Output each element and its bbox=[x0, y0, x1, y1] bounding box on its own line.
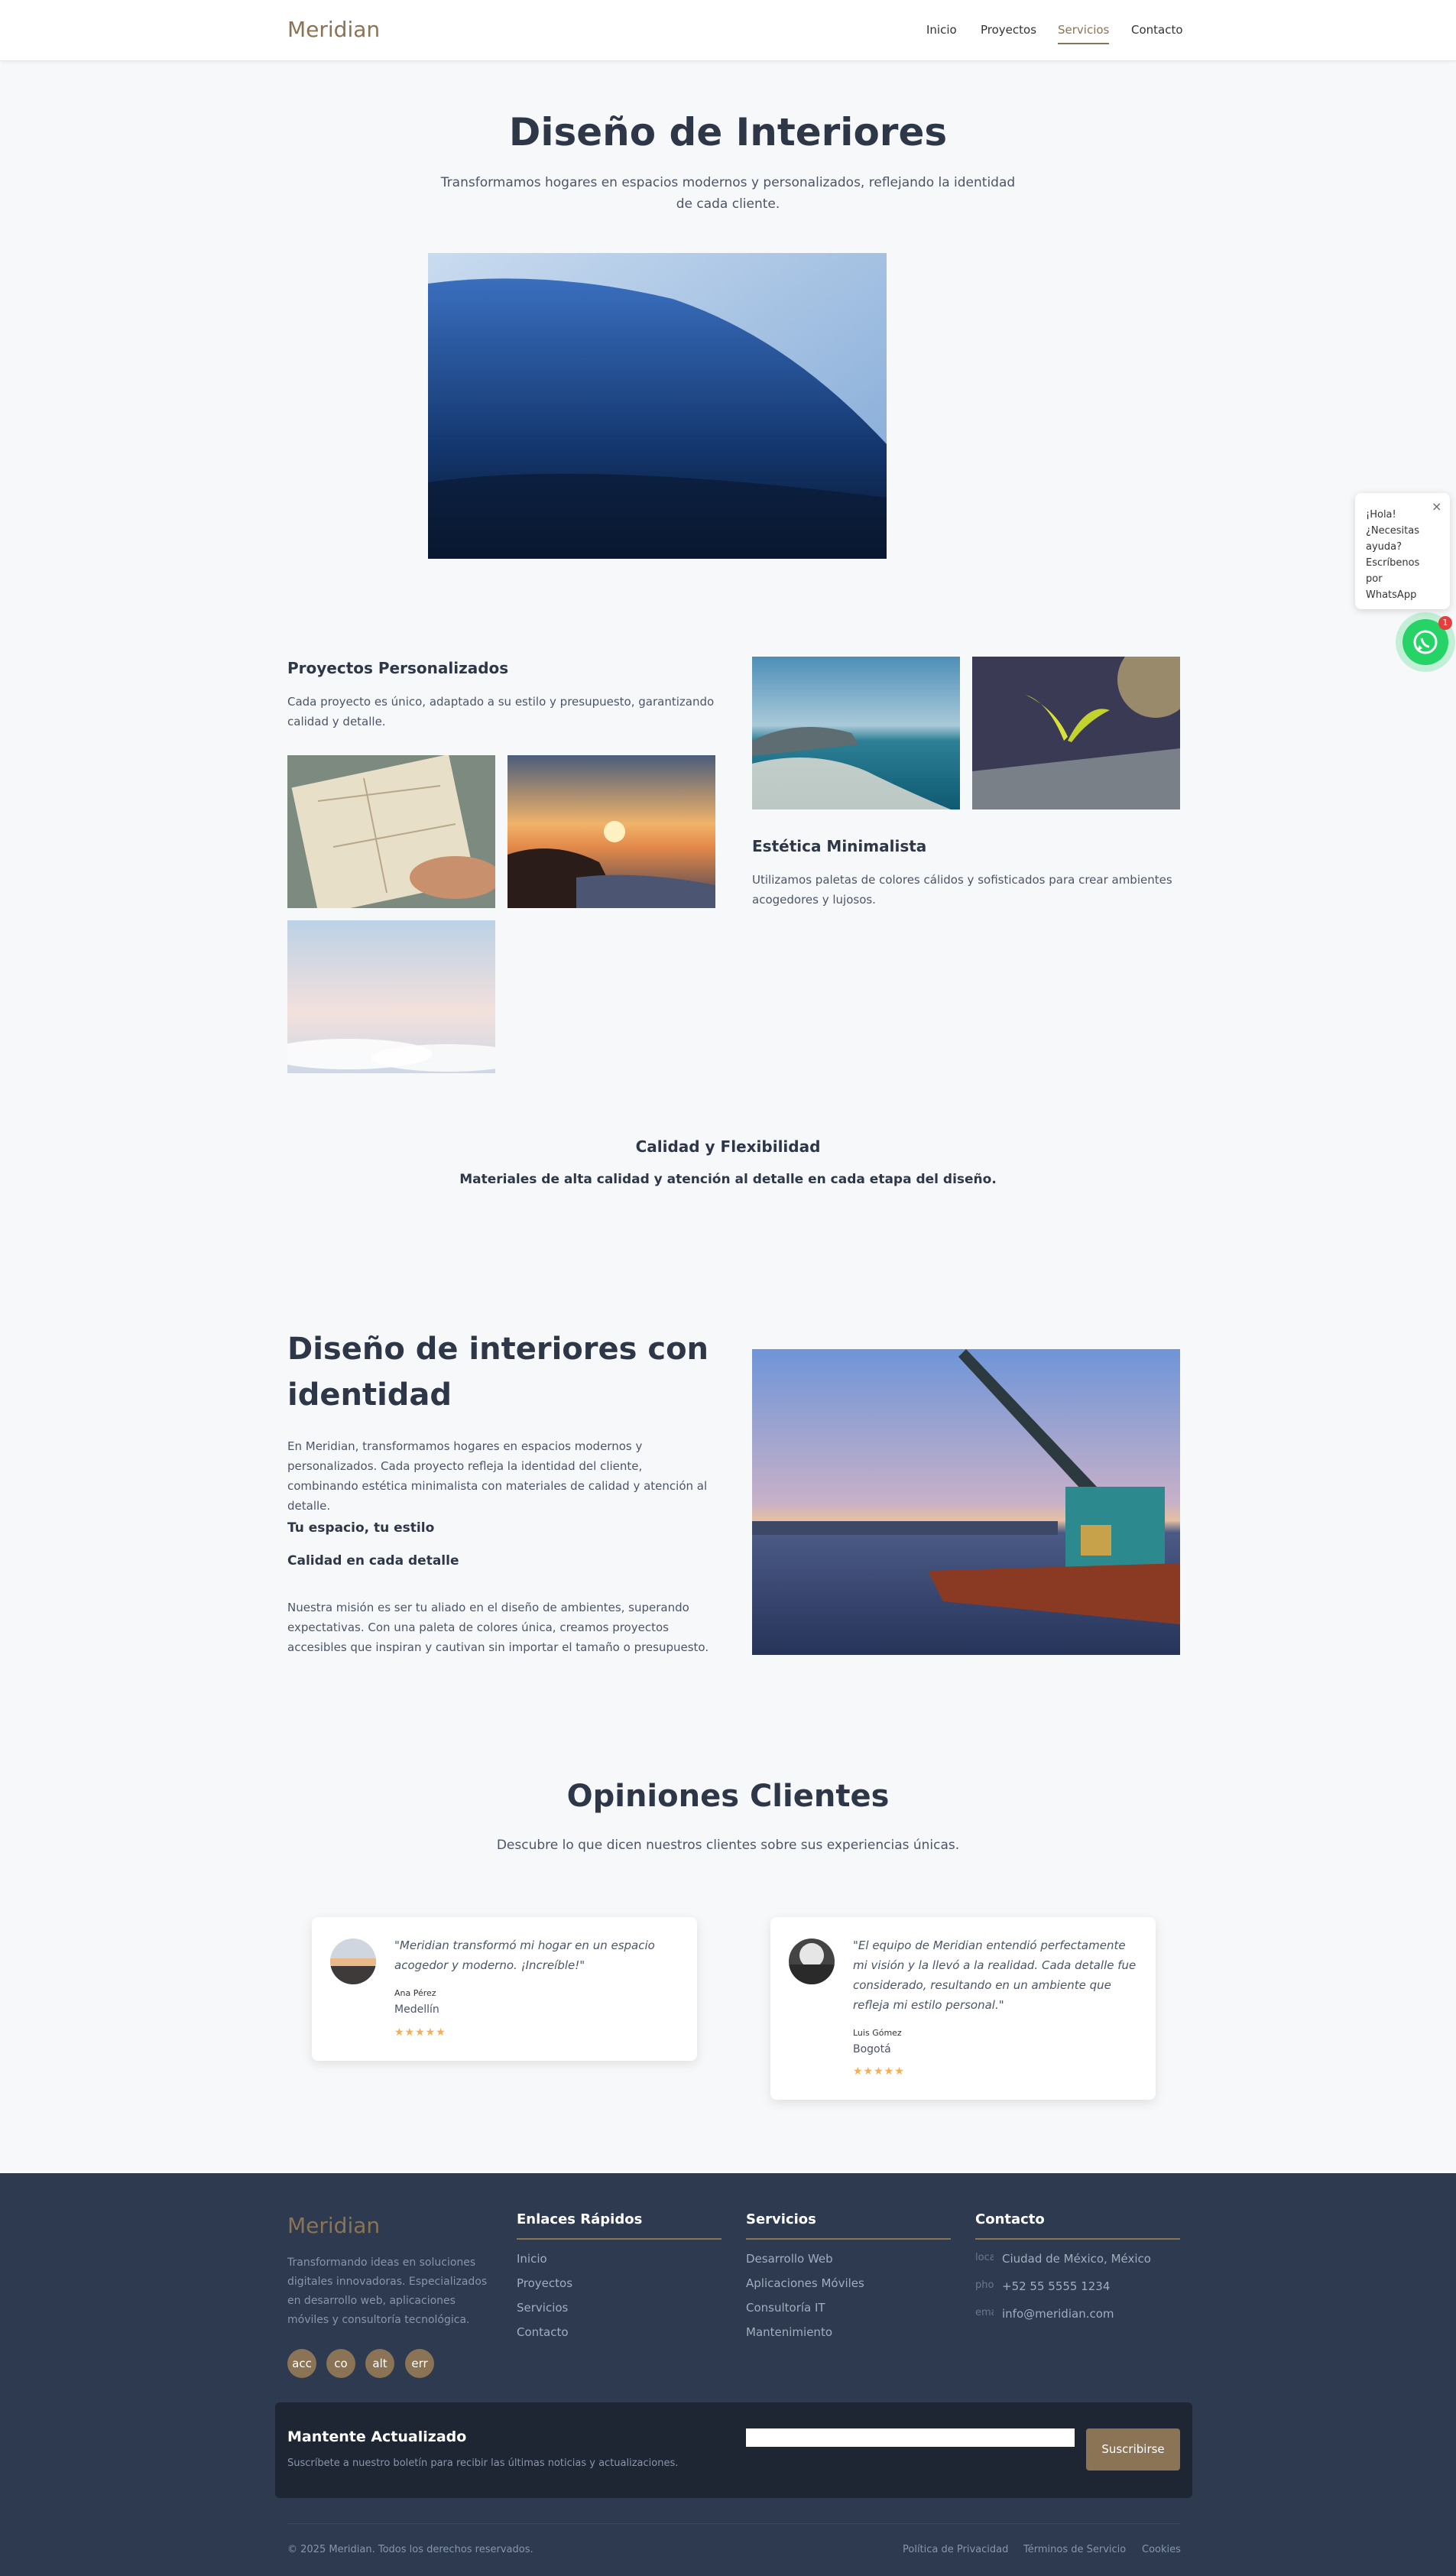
social-icon[interactable]: acc bbox=[287, 2349, 316, 2378]
feature-minimal-title: Estética Minimalista bbox=[752, 837, 927, 855]
copyright: © 2025 Meridian. Todos los derechos rese… bbox=[287, 2544, 533, 2555]
about-text-1: En Meridian, transformamos hogares en es… bbox=[287, 1439, 708, 1513]
map-hand-image bbox=[287, 755, 495, 908]
nav-inicio[interactable]: Inicio bbox=[926, 23, 957, 37]
plant-image bbox=[972, 657, 1180, 809]
whatsapp-button[interactable]: 1 bbox=[1396, 612, 1455, 672]
nav-proyectos[interactable]: Proyectos bbox=[981, 23, 1036, 37]
about-tag-quality: Calidad en cada detalle bbox=[287, 1553, 459, 1569]
coast-image bbox=[752, 657, 960, 809]
sunset-rocks-image bbox=[507, 755, 715, 908]
avatar bbox=[789, 1938, 835, 1984]
footer-service-it[interactable]: Consultoría IT bbox=[746, 2301, 825, 2315]
footer-service-mobile[interactable]: Aplicaciones Móviles bbox=[746, 2276, 864, 2290]
footer-brand: Meridian bbox=[287, 2213, 381, 2238]
feature-custom-title: Proyectos Personalizados bbox=[287, 659, 509, 677]
site-footer: Meridian Transformando ideas en solucion… bbox=[0, 2173, 1456, 2576]
footer-contact-title: Contacto bbox=[975, 2211, 1180, 2240]
rating-stars: ★★★★★ bbox=[394, 2026, 446, 2039]
rating-stars: ★★★★★ bbox=[853, 2065, 905, 2078]
footer-quick-links-title: Enlaces Rápidos bbox=[517, 2211, 722, 2240]
hero-title: Diseño de Interiores bbox=[508, 110, 948, 154]
footer-legal-cookies[interactable]: Cookies bbox=[1142, 2544, 1181, 2555]
phone-icon: pho bbox=[975, 2279, 994, 2291]
footer-link-inicio[interactable]: Inicio bbox=[517, 2252, 547, 2266]
footer-legal-privacy[interactable]: Política de Privacidad bbox=[903, 2544, 1008, 2555]
harbor-crane-image bbox=[752, 1349, 1180, 1655]
footer-contact-address: Ciudad de México, México bbox=[1002, 2252, 1151, 2266]
testimonial-quote: "El equipo de Meridian entendió perfecta… bbox=[853, 1938, 1137, 2012]
nav-servicios[interactable]: Servicios bbox=[1058, 23, 1110, 44]
testimonials-subtitle: Descubre lo que dicen nuestros clientes … bbox=[496, 1838, 960, 1853]
about-title: Diseño de interiores con identidad bbox=[287, 1332, 709, 1413]
nav-contacto[interactable]: Contacto bbox=[1131, 23, 1183, 37]
newsletter-box: Mantente Actualizado Suscríbete a nuestr… bbox=[275, 2402, 1192, 2498]
testimonial-card: "El equipo de Meridian entendió perfecta… bbox=[770, 1917, 1156, 2100]
testimonials-title: Opiniones Clientes bbox=[566, 1779, 890, 1814]
testimonial-city: Medellín bbox=[394, 2003, 439, 2016]
testimonial-card: "Meridian transformó mi hogar en un espa… bbox=[312, 1917, 697, 2061]
feature-quality-title: Calidad y Flexibilidad bbox=[635, 1137, 821, 1156]
footer-contact-email[interactable]: info@meridian.com bbox=[1002, 2307, 1114, 2321]
testimonial-author: Luis Gómez bbox=[853, 2028, 902, 2038]
footer-contact-phone[interactable]: +52 55 5555 1234 bbox=[1002, 2279, 1110, 2293]
social-icon[interactable]: alt bbox=[365, 2349, 394, 2378]
email-icon: ema bbox=[975, 2307, 994, 2318]
newsletter-title: Mantente Actualizado bbox=[287, 2428, 467, 2445]
clouds-image bbox=[287, 920, 495, 1073]
footer-link-proyectos[interactable]: Proyectos bbox=[517, 2276, 572, 2290]
newsletter-email-input[interactable] bbox=[746, 2428, 1075, 2447]
footer-description: Transformando ideas en soluciones digita… bbox=[287, 2256, 488, 2326]
testimonial-city: Bogotá bbox=[853, 2043, 891, 2055]
hero-subtitle: Transformamos hogares en espacios modern… bbox=[440, 175, 1016, 212]
close-icon[interactable]: × bbox=[1432, 499, 1441, 514]
brand-logo[interactable]: Meridian bbox=[287, 17, 380, 42]
feature-custom-text: Cada proyecto es único, adaptado a su es… bbox=[287, 695, 715, 728]
feature-minimal-text: Utilizamos paletas de colores cálidos y … bbox=[752, 873, 1172, 907]
footer-legal-terms[interactable]: Términos de Servicio bbox=[1023, 2544, 1126, 2555]
feature-quality-text: Materiales de alta calidad y atención al… bbox=[459, 1172, 997, 1187]
whatsapp-bubble-text: ¡Hola! ¿Necesitas ayuda? Escríbenos por … bbox=[1366, 509, 1420, 601]
subscribe-button[interactable]: Suscribirse bbox=[1086, 2428, 1180, 2471]
testimonial-author: Ana Pérez bbox=[394, 1988, 436, 1998]
location-icon: loca bbox=[975, 2252, 994, 2263]
footer-link-servicios[interactable]: Servicios bbox=[517, 2301, 568, 2315]
social-icon[interactable]: co bbox=[326, 2349, 355, 2378]
footer-link-contacto[interactable]: Contacto bbox=[517, 2325, 569, 2339]
footer-divider bbox=[287, 2523, 1180, 2524]
testimonial-quote: "Meridian transformó mi hogar en un espa… bbox=[394, 1938, 655, 1972]
avatar bbox=[330, 1938, 376, 1984]
footer-services-title: Servicios bbox=[746, 2211, 951, 2240]
footer-service-web[interactable]: Desarrollo Web bbox=[746, 2252, 833, 2266]
social-icon[interactable]: err bbox=[405, 2349, 434, 2378]
top-navbar: Meridian Inicio Proyectos Servicios Cont… bbox=[0, 0, 1456, 61]
hero-wave-image bbox=[428, 253, 887, 559]
about-text-2: Nuestra misión es ser tu aliado en el di… bbox=[287, 1601, 709, 1654]
footer-service-maintenance[interactable]: Mantenimiento bbox=[746, 2325, 832, 2339]
notification-badge: 1 bbox=[1438, 616, 1452, 630]
about-tag-style: Tu espacio, tu estilo bbox=[287, 1520, 435, 1536]
newsletter-text: Suscríbete a nuestro boletín para recibi… bbox=[287, 2458, 679, 2469]
whatsapp-bubble: × ¡Hola! ¿Necesitas ayuda? Escríbenos po… bbox=[1355, 493, 1450, 609]
